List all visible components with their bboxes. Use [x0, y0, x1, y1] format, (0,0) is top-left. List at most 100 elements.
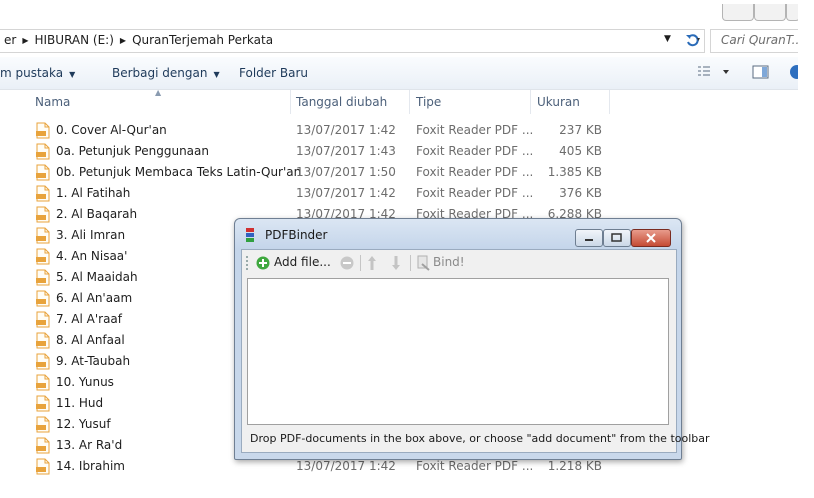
maximize-icon — [611, 233, 622, 242]
new-folder-button[interactable]: Folder Baru — [239, 66, 308, 80]
pdf-file-icon — [36, 416, 50, 433]
address-bar[interactable]: er ▶ HIBURAN (E:) ▶ QuranTerjemah Perkata ▼ — [0, 29, 705, 53]
refresh-button[interactable] — [682, 30, 704, 50]
address-dropdown-icon[interactable]: ▼ — [664, 34, 671, 44]
file-name[interactable]: 12. Yusuf — [56, 417, 111, 431]
table-row[interactable]: 0b. Petunjuk Membaca Teks Latin-Qur'an 13… — [0, 162, 798, 183]
view-options-icon[interactable] — [697, 65, 731, 82]
window-border — [798, 0, 814, 498]
file-type: Foxit Reader PDF ... — [416, 165, 534, 179]
column-divider[interactable] — [530, 90, 531, 114]
breadcrumb-chevron-icon[interactable]: ▶ — [22, 36, 28, 45]
file-name[interactable]: 10. Yunus — [56, 375, 114, 389]
pdf-file-icon — [36, 290, 50, 307]
pdf-drop-list[interactable] — [247, 278, 669, 425]
file-size: 237 KB — [559, 123, 602, 137]
file-name[interactable]: 6. Al An'aam — [56, 291, 132, 305]
column-header-name[interactable]: Nama — [35, 95, 70, 109]
file-name[interactable]: 0. Cover Al-Qur'an — [56, 123, 167, 137]
add-file-button[interactable]: Add file... — [274, 255, 331, 269]
file-name[interactable]: 14. Ibrahim — [56, 459, 125, 473]
file-date: 13/07/2017 1:43 — [296, 144, 396, 158]
column-header-size[interactable]: Ukuran — [537, 95, 580, 109]
minimize-icon — [585, 239, 593, 241]
pdf-file-icon — [36, 437, 50, 454]
file-size: 1.385 KB — [547, 165, 602, 179]
file-type: Foxit Reader PDF ... — [416, 459, 534, 473]
pdf-file-icon — [36, 269, 50, 286]
dialog-minimize-button[interactable] — [575, 229, 603, 247]
maximize-button[interactable] — [754, 4, 786, 21]
file-type: Foxit Reader PDF ... — [416, 123, 534, 137]
move-down-button[interactable] — [390, 255, 402, 274]
share-with-menu[interactable]: Berbagi dengan ▼ — [112, 66, 220, 80]
sort-ascending-icon: ▲ — [155, 88, 162, 97]
breadcrumb-chevron-icon[interactable]: ▶ — [120, 36, 126, 45]
refresh-icon — [686, 34, 700, 47]
breadcrumb-item-parent[interactable]: er — [4, 33, 16, 47]
file-name[interactable]: 5. Al Maaidah — [56, 270, 138, 284]
remove-icon — [340, 256, 354, 270]
pdfbinder-app-icon — [243, 228, 257, 242]
move-up-button[interactable] — [366, 255, 378, 274]
breadcrumb-item-drive[interactable]: HIBURAN (E:) — [34, 33, 113, 47]
file-list-header: ▲ Nama Tanggal diubah Tipe Ukuran — [0, 88, 798, 114]
dialog-title: PDFBinder — [265, 228, 328, 242]
window-title-bar — [0, 0, 800, 28]
pdf-file-icon — [36, 374, 50, 391]
file-name[interactable]: 1. Al Fatihah — [56, 186, 130, 200]
file-name[interactable]: 3. Ali Imran — [56, 228, 125, 242]
include-in-library-menu[interactable]: m pustaka ▼ — [0, 66, 75, 80]
pdf-file-icon — [36, 353, 50, 370]
column-divider[interactable] — [609, 90, 610, 114]
pdf-file-icon — [36, 206, 50, 223]
search-placeholder: Cari QuranT... — [721, 33, 804, 47]
column-divider[interactable] — [409, 90, 410, 114]
file-size: 405 KB — [559, 144, 602, 158]
file-name[interactable]: 0a. Petunjuk Penggunaan — [56, 144, 209, 158]
pdf-file-icon — [36, 332, 50, 349]
add-icon — [256, 256, 270, 273]
file-type: Foxit Reader PDF ... — [416, 144, 534, 158]
pdf-file-icon — [36, 143, 50, 160]
table-row[interactable]: 0. Cover Al-Qur'an 13/07/2017 1:42 Foxit R… — [0, 120, 798, 141]
minimize-button[interactable] — [722, 4, 754, 21]
dialog-toolbar: Add file... Bind! — [242, 250, 676, 276]
file-date: 13/07/2017 1:42 — [296, 123, 396, 137]
arrow-up-icon — [368, 256, 376, 270]
file-name[interactable]: 2. Al Baqarah — [56, 207, 137, 221]
toolbar-grip — [246, 256, 251, 270]
file-date: 13/07/2017 1:42 — [296, 459, 396, 473]
file-name[interactable]: 9. At-Taubah — [56, 354, 130, 368]
file-name[interactable]: 13. Ar Ra'd — [56, 438, 122, 452]
file-type: Foxit Reader PDF ... — [416, 186, 534, 200]
toolbar-separator — [410, 255, 411, 271]
column-header-type[interactable]: Tipe — [416, 95, 441, 109]
search-input[interactable]: Cari QuranT... — [710, 29, 804, 53]
dialog-close-button[interactable] — [631, 229, 671, 247]
pdf-file-icon — [36, 185, 50, 202]
pdf-file-icon — [36, 458, 50, 475]
table-row[interactable]: 0a. Petunjuk Penggunaan 13/07/2017 1:43 Fo… — [0, 141, 798, 162]
file-name[interactable]: 11. Hud — [56, 396, 103, 410]
chevron-down-icon: ▼ — [213, 70, 220, 79]
file-name[interactable]: 0b. Petunjuk Membaca Teks Latin-Qur'an — [56, 165, 301, 179]
file-name[interactable]: 7. Al A'raaf — [56, 312, 122, 326]
file-date: 13/07/2017 1:42 — [296, 186, 396, 200]
toolbar-separator — [360, 255, 361, 271]
file-name[interactable]: 4. An Nisaa' — [56, 249, 127, 263]
preview-pane-icon[interactable] — [752, 65, 770, 82]
bind-button[interactable]: Bind! — [433, 255, 465, 269]
dialog-body: Add file... Bind! Drop PDF-documents in … — [241, 249, 710, 453]
chevron-down-icon: ▼ — [69, 70, 76, 79]
column-divider[interactable] — [290, 90, 291, 114]
remove-button[interactable] — [340, 256, 354, 273]
close-icon — [646, 233, 656, 243]
dialog-maximize-button[interactable] — [603, 229, 631, 247]
file-name[interactable]: 8. Al Anfaal — [56, 333, 125, 347]
table-row[interactable]: 1. Al Fatihah 13/07/2017 1:42 Foxit Reader… — [0, 183, 798, 204]
pdf-file-icon — [36, 122, 50, 139]
column-header-date[interactable]: Tanggal diubah — [296, 95, 387, 109]
breadcrumb-item-folder[interactable]: QuranTerjemah Perkata — [132, 33, 273, 47]
file-date: 13/07/2017 1:50 — [296, 165, 396, 179]
